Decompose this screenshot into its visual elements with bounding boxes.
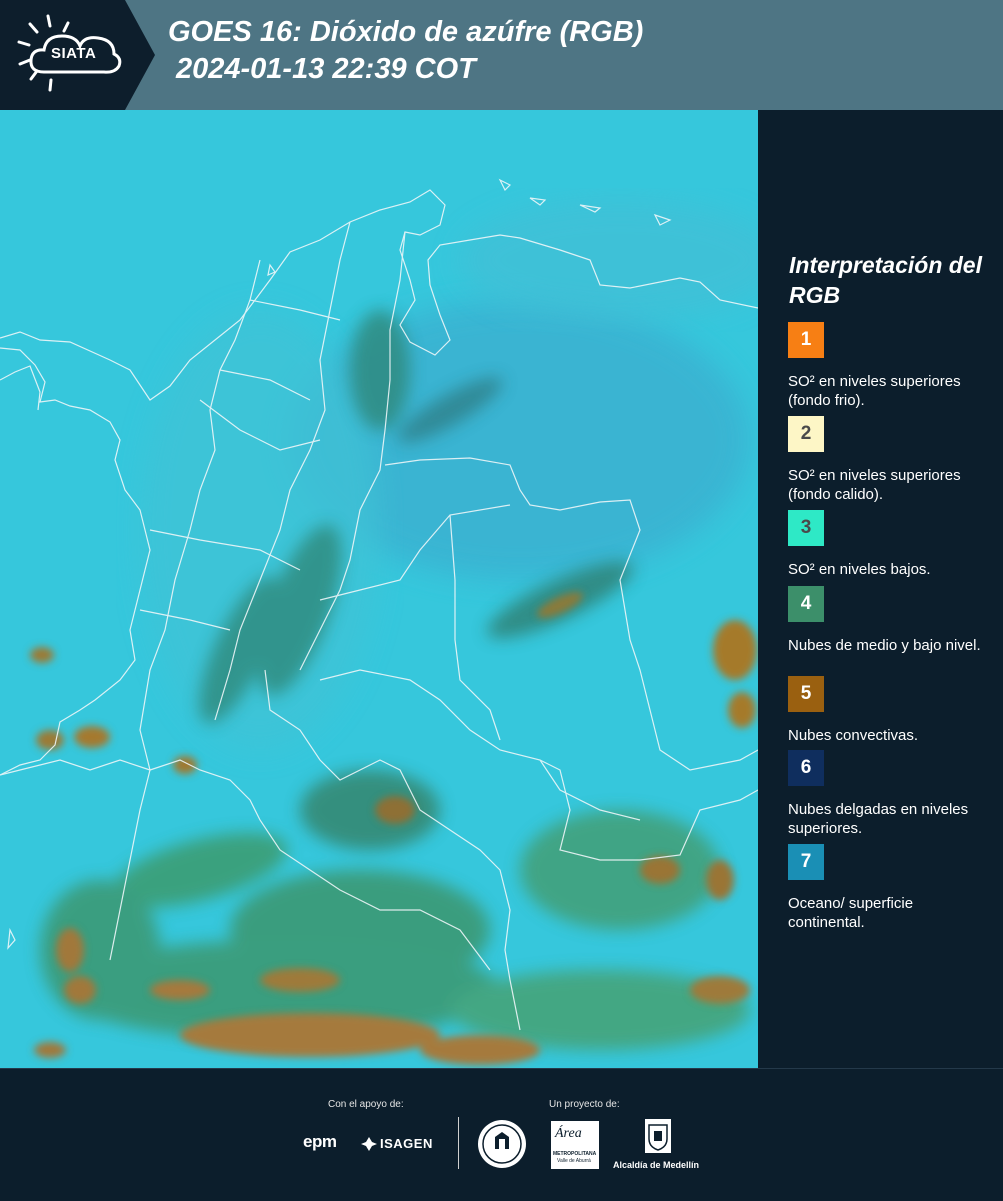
footer: Con el apoyo de: Un proyecto de: epm ISA… [0,1068,1003,1201]
legend-label-5: Nubes convectivas. [788,727,919,744]
legend-label-2: SO² en niveles superiores (fondo calido)… [788,467,961,503]
legend-label-1: SO² en niveles superiores (fondo frio). [788,373,961,409]
legend-item-5: 5 Nubes convectivas. [788,676,993,745]
epm-logo: epm [303,1132,337,1151]
legend-item-6: 6 Nubes delgadas en niveles superiores. [788,750,993,838]
isagen-icon [361,1137,377,1151]
page-title: GOES 16: Dióxido de azúfre (RGB) 2024-01… [168,14,643,88]
legend-label-3: SO² en niveles bajos. [788,561,931,578]
area-metropolitana-sub: METROPOLITANA [553,1151,597,1157]
support-label: Con el apoyo de: [328,1099,404,1110]
project-label: Un proyecto de: [549,1099,620,1110]
legend-swatch-4: 4 [788,586,824,622]
legend-label-7: Oceano/ superficie continental. [788,895,914,931]
legend-swatch-2: 2 [788,416,824,452]
rgb-legend: Interpretación del RGB 1 SO² en niveles … [758,110,1003,1068]
legend-item-3: 3 SO² en niveles bajos. [788,510,993,579]
legend-title: Interpretación del RGB [789,252,982,308]
legend-swatch-5: 5 [788,676,824,712]
legend-item-4: 4 Nubes de medio y bajo nivel. [788,586,993,655]
legend-label-4: Nubes de medio y bajo nivel. [788,637,981,654]
medellin-seal-icon [478,1120,526,1168]
area-metropolitana-sub2: Valle de Aburrá [557,1158,591,1164]
alcaldia-crest-icon [645,1119,671,1153]
siata-logo-text: SIATA [51,45,97,62]
legend-label-6: Nubes delgadas en niveles superiores. [788,801,969,837]
logo-panel: SIATA [0,0,155,110]
footer-divider [458,1117,459,1169]
area-metropolitana-name: Área [555,1126,582,1141]
legend-swatch-3: 3 [788,510,824,546]
legend-item-1: 1 SO² en niveles superiores (fondo frio)… [788,322,993,410]
alcaldia-label: Alcaldía de Medellín [613,1160,700,1170]
legend-swatch-1: 1 [788,322,824,358]
header-bar: SIATA GOES 16: Dióxido de azúfre (RGB) 2… [0,0,1003,110]
satellite-map[interactable] [0,110,758,1068]
title-datetime: 2024-01-13 22:39 COT [176,53,476,85]
legend-item-2: 2 SO² en niveles superiores (fondo calid… [788,416,993,506]
legend-swatch-7: 7 [788,844,824,880]
legend-swatch-6: 6 [788,750,824,786]
isagen-logo: ISAGEN [380,1136,433,1151]
title-product: GOES 16: Dióxido de azúfre (RGB) [168,16,644,48]
legend-item-7: 7 Oceano/ superficie continental. [788,844,993,932]
